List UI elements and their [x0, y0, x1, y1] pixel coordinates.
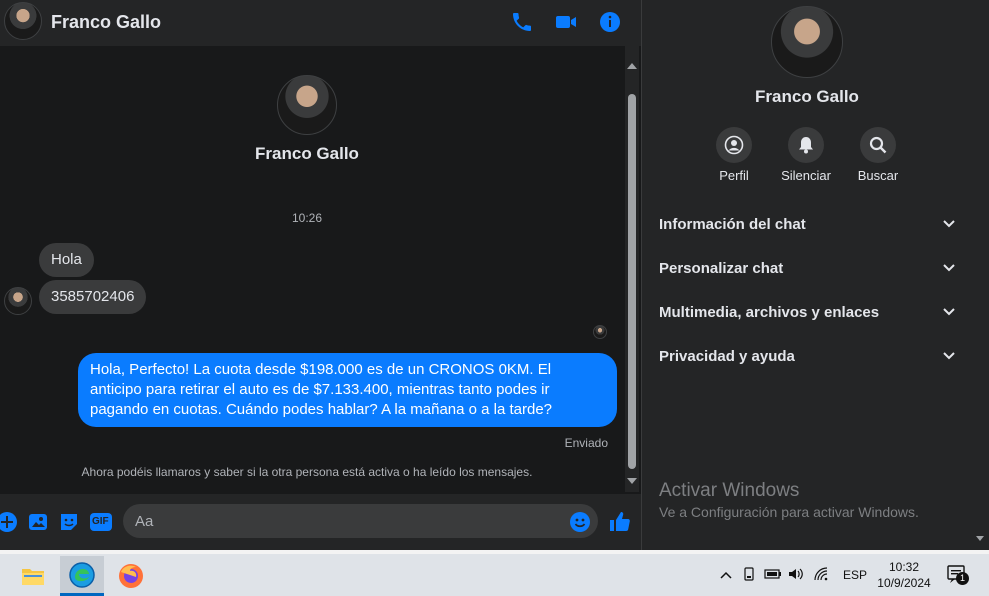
panel-scrollbar[interactable] [972, 0, 988, 550]
system-tray: ESP [720, 554, 870, 596]
search-action[interactable]: Buscar [842, 127, 914, 183]
scroll-down-arrow[interactable] [976, 536, 984, 541]
panel-contact-name: Franco Gallo [755, 87, 859, 106]
mute-action[interactable]: Silenciar [770, 127, 842, 183]
sticker-icon[interactable] [58, 511, 80, 533]
chat-scrollbar[interactable] [625, 46, 639, 492]
windows-taskbar: ESP 10:32 10/9/2024 1 [0, 550, 989, 596]
chevron-down-icon [943, 308, 955, 316]
chevron-down-icon [943, 352, 955, 360]
section-privacy-help[interactable]: Privacidad y ayuda [659, 344, 955, 368]
language-indicator[interactable]: ESP [840, 568, 870, 582]
search-action-label: Buscar [857, 168, 899, 183]
chevron-down-icon [943, 220, 955, 228]
incoming-message[interactable]: 3585702406 [39, 280, 147, 314]
header-avatar[interactable] [4, 2, 42, 40]
message-status: Enviado [564, 436, 608, 450]
bell-icon [788, 127, 824, 163]
firefox-icon[interactable] [109, 556, 153, 596]
sender-avatar [4, 287, 32, 315]
incoming-message[interactable]: Hola [39, 243, 94, 277]
scrollbar-thumb[interactable] [628, 94, 636, 469]
clock-time: 10:32 [888, 560, 920, 574]
header-contact-name[interactable]: Franco Gallo [51, 12, 161, 33]
search-icon [860, 127, 896, 163]
gif-label: GIF [92, 516, 109, 527]
file-explorer-icon[interactable] [11, 556, 55, 596]
section-label: Información del chat [659, 215, 806, 233]
section-chat-info[interactable]: Información del chat [659, 212, 955, 236]
section-label: Privacidad y ayuda [659, 347, 795, 365]
info-icon[interactable] [598, 10, 622, 34]
phone-icon[interactable] [510, 10, 534, 34]
device-icon[interactable] [742, 566, 764, 584]
scroll-up-arrow[interactable] [627, 63, 637, 69]
plus-icon[interactable] [0, 511, 18, 533]
profile-action[interactable]: Perfil [698, 127, 770, 183]
like-icon[interactable] [608, 510, 632, 534]
chevron-up-icon[interactable] [720, 568, 736, 582]
wifi-icon[interactable] [814, 566, 840, 584]
message-input[interactable] [123, 504, 598, 538]
chat-header: Franco Gallo [0, 0, 641, 46]
conversation-avatar[interactable] [277, 75, 337, 135]
section-label: Personalizar chat [659, 259, 784, 277]
gallery-icon[interactable] [27, 511, 49, 533]
activate-windows-subtitle: Ve a Configuración para activar Windows. [659, 504, 919, 520]
notification-icon[interactable]: 1 [946, 564, 969, 586]
chevron-down-icon [943, 264, 955, 272]
section-customize-chat[interactable]: Personalizar chat [659, 256, 955, 280]
emoji-icon[interactable] [569, 511, 591, 533]
activate-windows-title: Activar Windows [659, 480, 800, 501]
seen-avatar [593, 325, 607, 339]
gif-icon[interactable]: GIF [89, 511, 113, 533]
conversation-name: Franco Gallo [255, 144, 359, 163]
video-call-icon[interactable] [554, 10, 578, 34]
scroll-down-arrow[interactable] [627, 478, 637, 484]
clock-date: 10/9/2024 [877, 576, 931, 590]
edge-browser-icon[interactable] [60, 556, 104, 596]
info-notice: Ahora podéis llamaros y saber si la otra… [81, 465, 533, 479]
panel-avatar[interactable] [771, 6, 843, 78]
profile-action-label: Perfil [719, 168, 749, 183]
clock[interactable]: 10:32 10/9/2024 [873, 559, 935, 591]
chat-details-panel: Franco Gallo Perfil Silenciar Buscar Inf… [641, 0, 989, 550]
mute-action-label: Silenciar [781, 168, 831, 183]
profile-icon [716, 127, 752, 163]
notification-count: 1 [956, 572, 969, 585]
composer-bar: GIF [0, 494, 641, 550]
section-label: Multimedia, archivos y enlaces [659, 303, 880, 321]
section-media-files[interactable]: Multimedia, archivos y enlaces [659, 300, 955, 324]
battery-icon[interactable] [764, 568, 788, 583]
outgoing-message[interactable]: Hola, Perfecto! La cuota desde $198.000 … [78, 353, 617, 427]
volume-icon[interactable] [788, 567, 812, 584]
message-list[interactable]: Franco Gallo 10:26 Hola 3585702406 Hola,… [0, 46, 641, 494]
message-timestamp: 10:26 [291, 211, 323, 225]
